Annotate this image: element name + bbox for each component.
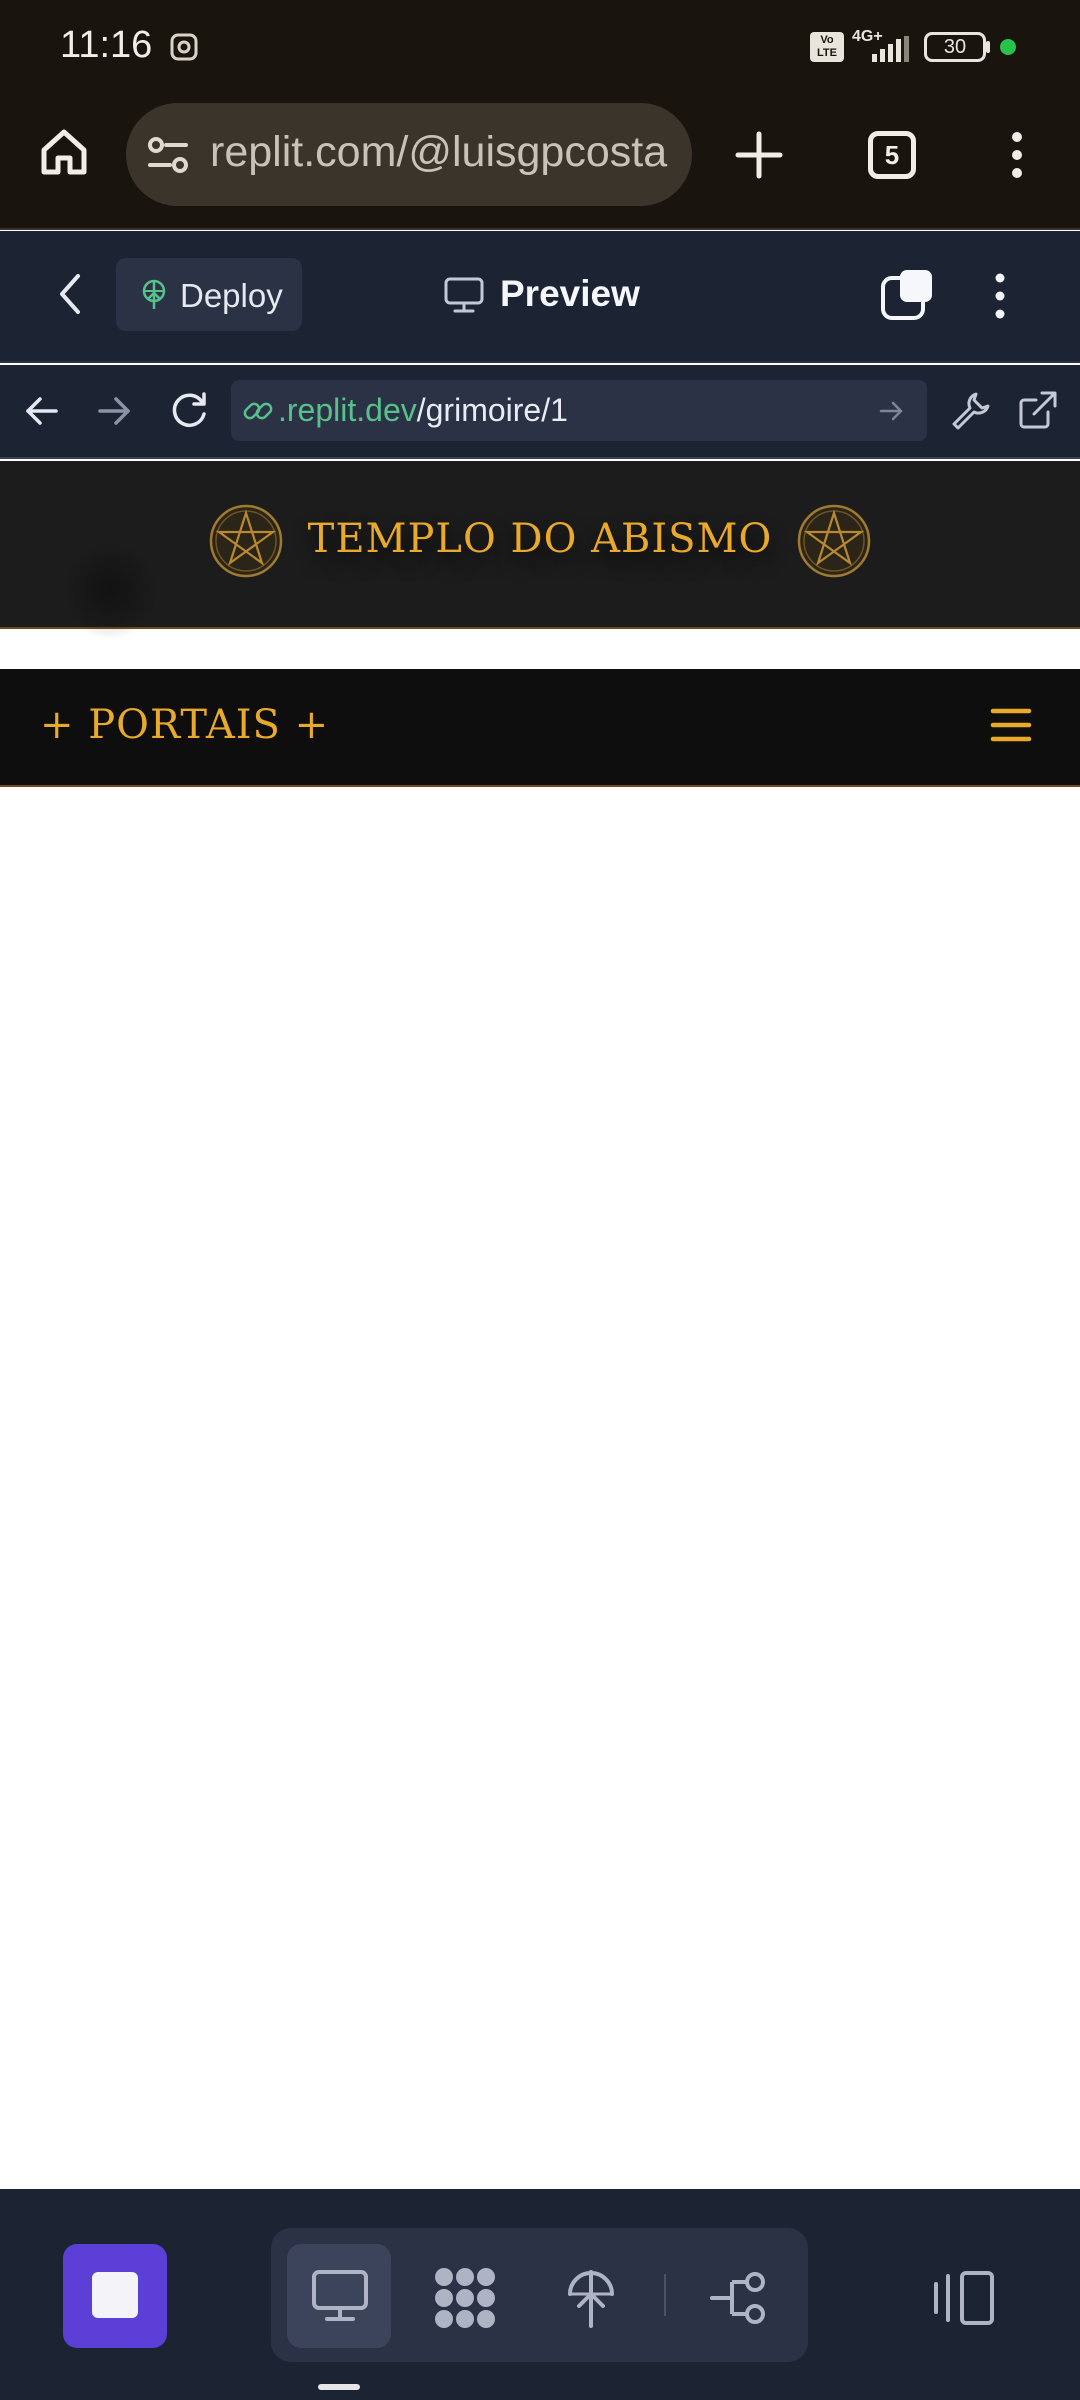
status-bar: [0, 0, 1080, 95]
arrow-right-small-icon[interactable]: [878, 398, 904, 424]
stop-icon: [92, 2272, 138, 2318]
toolbar-divider: [664, 2274, 666, 2316]
pentagram-icon: [208, 503, 284, 579]
camera-active-dot: [1000, 39, 1016, 55]
volte-icon: Vo LTE: [810, 32, 844, 62]
refresh-icon[interactable]: [168, 390, 210, 432]
link-icon: [242, 395, 274, 427]
address-text[interactable]: replit.com/@luisgpcosta: [210, 128, 672, 177]
site-title[interactable]: TEMPLO DO ABISMO: [300, 516, 780, 562]
more-vertical-icon[interactable]: [1009, 131, 1025, 179]
deploy-icon: [138, 279, 170, 311]
hamburger-menu-icon[interactable]: [990, 706, 1032, 744]
signal-icon: [870, 36, 910, 62]
deploy-icon[interactable]: [564, 2264, 618, 2330]
panels-icon[interactable]: [932, 2270, 996, 2326]
chevron-left-icon[interactable]: [56, 272, 84, 316]
battery-icon: 30: [924, 32, 986, 62]
monitor-icon: [443, 276, 485, 314]
arrow-right-icon[interactable]: [96, 393, 132, 429]
preview-url-text[interactable]: .replit.dev/grimoire/1: [278, 392, 568, 429]
more-vertical-icon[interactable]: [992, 272, 1008, 320]
battery-level: 30: [943, 36, 967, 58]
home-indicator: [318, 2384, 360, 2390]
header-shadow: [60, 540, 160, 640]
page-body: [0, 789, 1080, 2189]
preview-title: Preview: [500, 273, 640, 314]
status-time: 11:16: [60, 24, 153, 66]
deploy-label[interactable]: Deploy: [180, 277, 283, 315]
pentagram-icon: [796, 503, 872, 579]
tune-icon[interactable]: [146, 133, 190, 177]
branch-icon[interactable]: [710, 2268, 770, 2328]
split-view-button[interactable]: [880, 268, 934, 322]
url-path: /grimoire/1: [416, 392, 568, 428]
workflow-icon[interactable]: [432, 2265, 498, 2331]
monitor-icon: [311, 2269, 369, 2323]
arrow-left-icon[interactable]: [24, 393, 60, 429]
volte-text: Vo LTE: [817, 34, 837, 59]
url-host: .replit.dev: [278, 392, 417, 428]
tab-count: 5: [884, 140, 900, 170]
wrench-icon[interactable]: [950, 390, 990, 430]
home-icon[interactable]: [38, 126, 90, 178]
external-link-icon[interactable]: [1018, 390, 1058, 430]
tab-switcher-button[interactable]: 5: [868, 131, 916, 179]
instagram-notification-icon: [170, 33, 198, 61]
plus-icon[interactable]: [734, 130, 784, 180]
portals-nav-label[interactable]: + PORTAIS +: [40, 702, 329, 748]
battery-tip: [986, 41, 990, 53]
